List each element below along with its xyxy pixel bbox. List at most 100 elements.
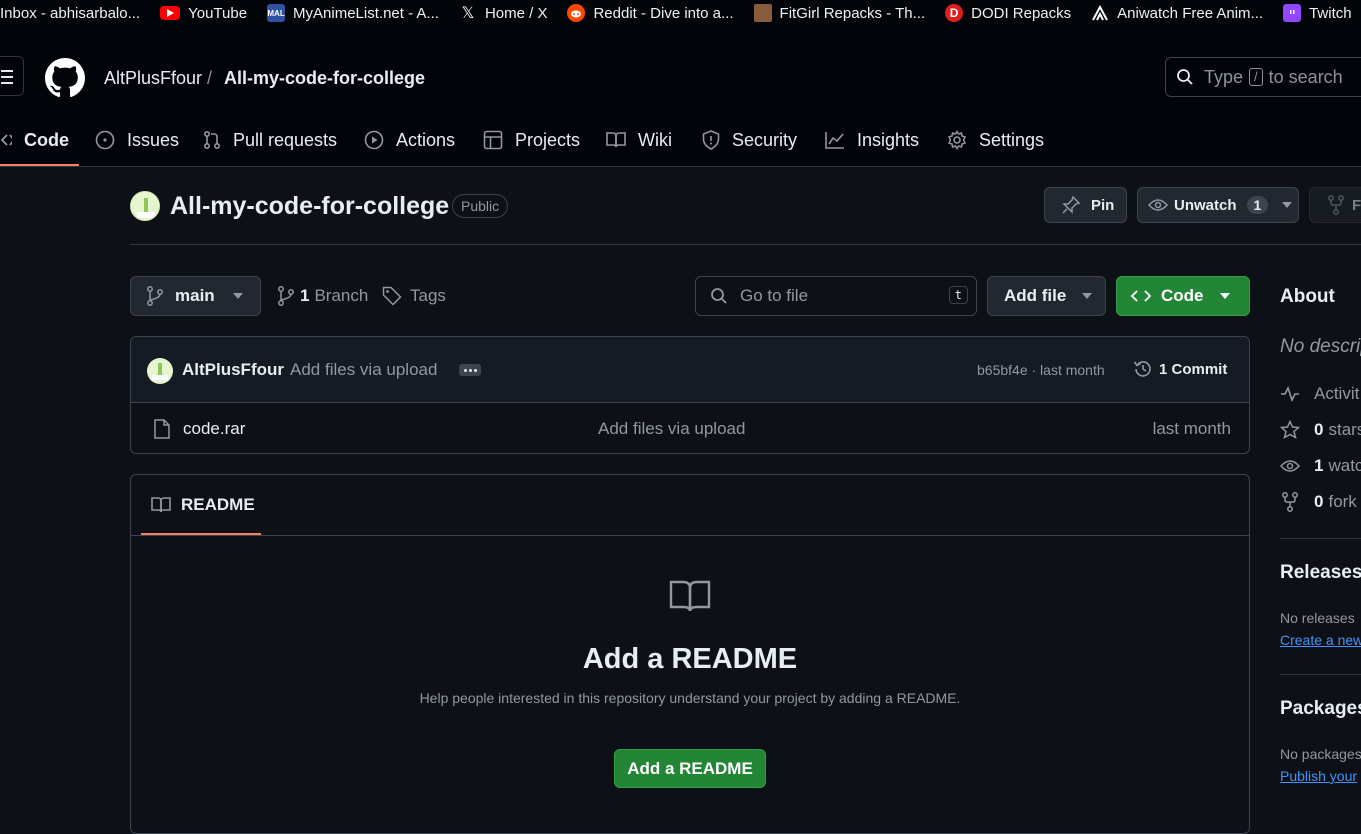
commit-author[interactable]: AltPlusFfour — [182, 360, 284, 380]
chevron-down-icon — [1219, 293, 1230, 299]
tab-wiki[interactable]: Wiki — [606, 114, 672, 166]
branches-link[interactable]: 1 Branch — [278, 286, 368, 306]
pin-button[interactable]: Pin — [1044, 187, 1127, 223]
stars-link[interactable]: 0 stars — [1280, 420, 1361, 440]
breadcrumb-repo[interactable]: All-my-code-for-college — [224, 68, 425, 89]
branch-count: 1 — [300, 286, 310, 305]
github-logo-icon[interactable] — [45, 58, 85, 98]
search-prefix: Type — [1204, 66, 1244, 87]
packages-title[interactable]: Packages — [1280, 698, 1361, 720]
repo-owner-avatar[interactable] — [130, 191, 160, 221]
menu-button[interactable] — [0, 56, 24, 96]
go-to-file-placeholder: Go to file — [740, 286, 809, 305]
bookmark-reddit[interactable]: Reddit - Dive into a... — [567, 4, 734, 22]
file-name[interactable]: code.rar — [183, 419, 245, 439]
tags-link[interactable]: Tags — [382, 286, 446, 306]
breadcrumb-separator: / — [207, 68, 213, 88]
eye-icon — [1148, 198, 1168, 212]
fork-icon — [1280, 492, 1314, 512]
aniwatch-icon — [1091, 4, 1109, 22]
avatar[interactable] — [147, 358, 173, 384]
publish-package-link[interactable]: Publish your — [1280, 768, 1357, 784]
bookmark-x[interactable]: 𝕏 Home / X — [459, 4, 547, 23]
file-commit-message[interactable]: Add files via upload — [598, 419, 745, 439]
mal-icon: MAL — [267, 4, 286, 22]
bookmark-label: MyAnimeList.net - A... — [293, 4, 439, 22]
unwatch-button[interactable]: Unwatch 1 — [1137, 187, 1299, 223]
tab-insights[interactable]: Insights — [825, 114, 919, 166]
bookmark-label: DODI Repacks — [971, 4, 1072, 22]
pin-label: Pin — [1091, 196, 1115, 214]
code-icon — [0, 131, 24, 149]
unwatch-label: Unwatch — [1174, 196, 1237, 214]
activity-label: Activit — [1314, 384, 1360, 403]
bookmark-dodi[interactable]: D DODI Repacks — [945, 4, 1071, 22]
tab-label: Insights — [857, 129, 920, 150]
divider — [1280, 674, 1361, 675]
youtube-icon — [160, 6, 181, 20]
bookmark-myanimelist[interactable]: MAL MyAnimeList.net - A... — [267, 4, 439, 22]
search-shortcut-key: / — [1249, 68, 1263, 86]
bookmark-youtube[interactable]: YouTube — [160, 5, 247, 22]
bookmark-gmail[interactable]: Inbox - abhisarbalo... — [0, 5, 140, 22]
fork-label: F — [1352, 196, 1361, 214]
bookmark-aniwatch[interactable]: Aniwatch Free Anim... — [1091, 4, 1263, 22]
latest-commit-row: AltPlusFfour Add files via upload b65bf4… — [131, 337, 1249, 403]
tab-security[interactable]: Security — [702, 114, 797, 166]
tab-settings[interactable]: Settings — [947, 114, 1044, 166]
tab-issues[interactable]: Issues — [95, 114, 179, 166]
fork-button[interactable]: F — [1309, 187, 1361, 223]
commit-message[interactable]: Add files via upload — [290, 360, 437, 380]
create-release-link[interactable]: Create a new — [1280, 632, 1361, 648]
tab-label: Security — [732, 129, 798, 150]
reddit-icon — [567, 4, 586, 22]
visibility-badge: Public — [452, 194, 509, 218]
tab-label: Settings — [979, 129, 1045, 150]
book-icon — [606, 131, 638, 149]
tab-actions[interactable]: Actions — [364, 114, 455, 166]
releases-title[interactable]: Releases — [1280, 562, 1361, 584]
bookmark-fitgirl[interactable]: FitGirl Repacks - Th... — [753, 4, 925, 22]
about-description: No descrip — [1280, 336, 1361, 357]
search-input[interactable]: Type / to search — [1165, 57, 1361, 97]
about-title: About — [1280, 286, 1335, 307]
tab-readme[interactable]: README — [141, 475, 261, 535]
ellipsis-icon[interactable] — [459, 364, 481, 376]
tab-projects[interactable]: Projects — [483, 114, 580, 166]
tab-pull-requests[interactable]: Pull requests — [203, 114, 337, 166]
chevron-down-icon — [1082, 293, 1093, 299]
forks-count: 0 — [1314, 492, 1324, 511]
repo-title[interactable]: All-my-code-for-college — [170, 192, 449, 221]
add-file-label: Add file — [1004, 286, 1067, 305]
activity-link[interactable]: Activit — [1280, 384, 1359, 404]
code-label: Code — [1161, 286, 1204, 305]
forks-link[interactable]: 0 fork — [1280, 492, 1357, 512]
table-row[interactable]: code.rar Add files via upload last month — [131, 403, 1249, 453]
chevron-down-icon[interactable] — [1282, 202, 1293, 208]
tab-label: Code — [24, 129, 69, 150]
readme-heading: Add a README — [582, 643, 798, 675]
eye-icon — [1280, 459, 1314, 473]
graph-icon — [825, 131, 857, 149]
go-to-file-input[interactable]: Go to file t — [695, 276, 977, 316]
code-button[interactable]: Code — [1116, 276, 1250, 316]
watch-count: 1 — [1246, 196, 1269, 214]
add-file-button[interactable]: Add file — [987, 276, 1106, 316]
add-readme-button[interactable]: Add a README — [614, 749, 766, 788]
pin-icon — [1061, 195, 1081, 215]
readme-panel: README Add a README Help people interest… — [130, 474, 1250, 834]
issue-icon — [95, 130, 127, 150]
tab-code[interactable]: Code — [0, 114, 79, 166]
watchers-link[interactable]: 1 watc — [1280, 456, 1361, 476]
branch-label: Branch — [314, 286, 369, 305]
commits-link[interactable]: 1 Commit — [1133, 359, 1227, 379]
readme-help-text: Help people interested in this repositor… — [419, 690, 961, 706]
shield-icon — [702, 130, 732, 150]
watchers-label: watc — [1328, 456, 1361, 475]
bookmark-twitch[interactable]: Twitch — [1283, 4, 1352, 22]
history-icon — [1133, 359, 1153, 379]
commit-hash-time[interactable]: b65bf4e · last month — [977, 362, 1105, 378]
breadcrumb-owner[interactable]: AltPlusFfour — [104, 68, 202, 89]
book-icon — [151, 496, 171, 514]
branch-select[interactable]: main — [130, 276, 261, 316]
